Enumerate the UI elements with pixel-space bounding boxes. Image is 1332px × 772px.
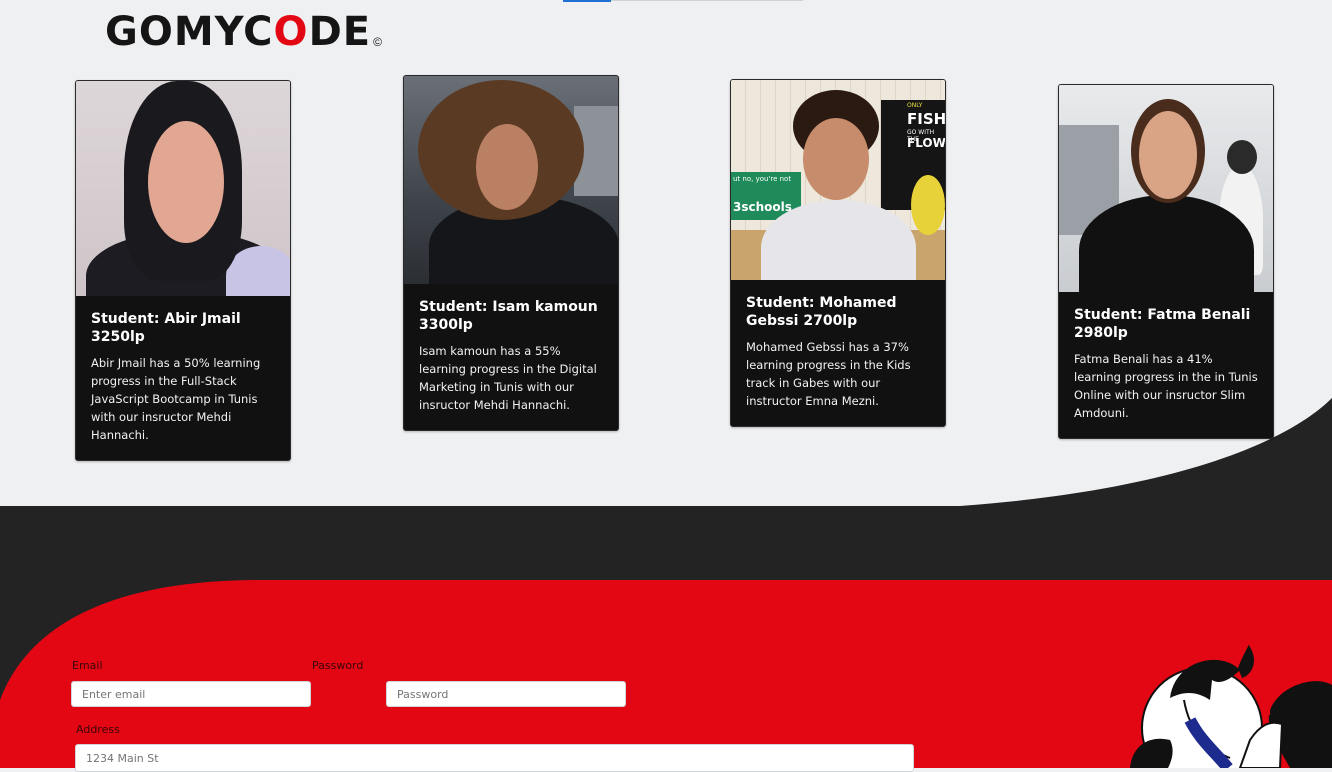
gomycode-logo[interactable]: GOMYCODE © xyxy=(105,9,382,55)
student-name: Student: Fatma Benali 2980lp xyxy=(1074,307,1251,341)
logo-wordmark: GOMYCODE xyxy=(105,9,372,55)
student-description: Abir Jmail has a 50% learning progress i… xyxy=(91,356,261,442)
student-description: Isam kamoun has a 55% learning progress … xyxy=(419,344,597,412)
photo-poster-text: FISH xyxy=(907,110,945,128)
student-photo: ut no, you're not 3schools ONLY FISH GO … xyxy=(731,80,945,280)
password-label: Password xyxy=(312,659,364,672)
student-name: Student: Isam kamoun 3300lp xyxy=(419,299,598,333)
email-label: Email xyxy=(72,659,103,672)
photo-banner-brand: 3schools xyxy=(733,200,792,214)
address-label: Address xyxy=(76,723,120,736)
student-card[interactable]: ut no, you're not 3schools ONLY FISH GO … xyxy=(730,79,946,427)
password-field[interactable] xyxy=(386,681,626,707)
student-photo xyxy=(404,76,618,284)
logo-accent-letter: O xyxy=(273,9,309,55)
top-nav-line xyxy=(611,0,803,1)
student-card[interactable]: Student: Fatma Benali 2980lp Fatma Benal… xyxy=(1058,84,1274,439)
top-nav-active-indicator xyxy=(563,0,611,2)
student-photo xyxy=(1059,85,1273,292)
student-card[interactable]: Student: Isam kamoun 3300lp Isam kamoun … xyxy=(403,75,619,431)
email-field[interactable] xyxy=(71,681,311,707)
photo-banner-text: ut no, you're not xyxy=(733,175,792,183)
student-photo xyxy=(76,81,290,296)
logo-copyright-mark: © xyxy=(373,35,382,49)
student-description: Fatma Benali has a 41% learning progress… xyxy=(1074,352,1258,420)
student-card[interactable]: Student: Abir Jmail 3250lp Abir Jmail ha… xyxy=(75,80,291,461)
student-description: Mohamed Gebssi has a 37% learning progre… xyxy=(746,340,911,408)
student-name: Student: Mohamed Gebssi 2700lp xyxy=(746,295,897,329)
people-illustration xyxy=(1130,644,1332,768)
student-name: Student: Abir Jmail 3250lp xyxy=(91,311,241,345)
